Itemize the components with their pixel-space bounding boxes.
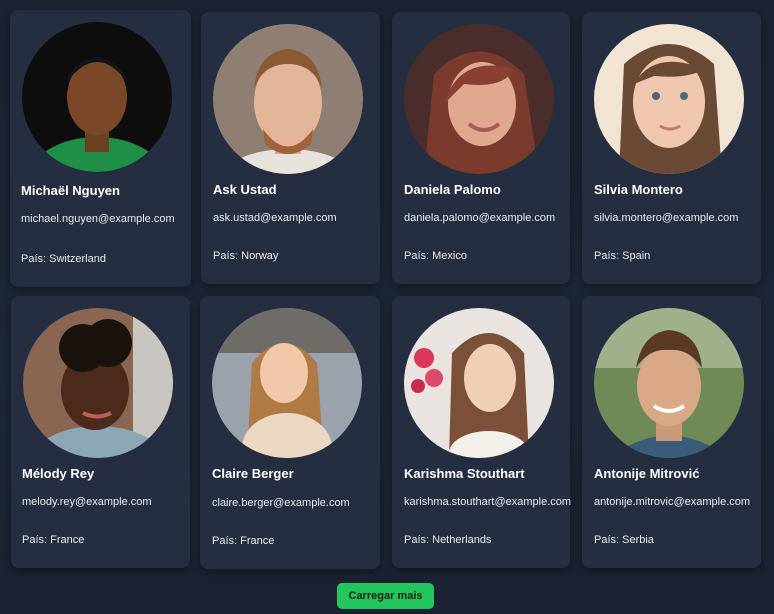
user-email: antonije.mitrovic@example.com	[594, 496, 751, 508]
user-card: Michaël Nguyen michael.nguyen@example.co…	[10, 10, 191, 287]
user-country: País: Norway	[213, 250, 279, 262]
user-country: País: France	[212, 535, 275, 547]
avatar	[23, 308, 173, 458]
user-email: daniela.palomo@example.com	[404, 212, 556, 224]
user-card: Antonije Mitrović antonije.mitrovic@exam…	[582, 296, 761, 568]
user-country: País: France	[22, 534, 85, 546]
user-name: Antonije Mitrović	[594, 466, 700, 481]
user-name: Ask Ustad	[213, 182, 277, 197]
user-name: Silvia Montero	[594, 182, 683, 197]
user-country: País: Switzerland	[21, 253, 106, 265]
user-email: ask.ustad@example.com	[213, 212, 337, 224]
avatar	[213, 24, 363, 174]
user-name: Claire Berger	[212, 466, 294, 481]
user-card: Mélody Rey melody.rey@example.com País: …	[11, 296, 190, 568]
user-name: Michaël Nguyen	[21, 183, 120, 198]
user-name: Karishma Stouthart	[404, 466, 525, 481]
load-more-button[interactable]: Carregar mais	[337, 583, 434, 609]
user-email: michael.nguyen@example.com	[21, 213, 175, 225]
avatar	[594, 308, 744, 458]
user-card: Ask Ustad ask.ustad@example.com País: No…	[201, 12, 380, 284]
user-email: silvia.montero@example.com	[594, 212, 739, 224]
user-country: País: Netherlands	[404, 534, 492, 546]
user-country: País: Mexico	[404, 250, 467, 262]
user-card: Karishma Stouthart karishma.stouthart@ex…	[392, 296, 572, 568]
user-country: País: Serbia	[594, 534, 654, 546]
avatar	[212, 308, 362, 458]
user-country: País: Spain	[594, 250, 651, 262]
user-card: Claire Berger claire.berger@example.com …	[200, 296, 380, 569]
avatar	[404, 24, 554, 174]
avatar	[594, 24, 744, 174]
user-name: Daniela Palomo	[404, 182, 501, 197]
user-card: Daniela Palomo daniela.palomo@example.co…	[392, 12, 570, 284]
user-name: Mélody Rey	[22, 466, 95, 481]
user-email: claire.berger@example.com	[212, 497, 350, 509]
user-email: karishma.stouthart@example.com	[404, 496, 572, 508]
user-email: melody.rey@example.com	[22, 496, 152, 508]
avatar	[404, 308, 554, 458]
avatar	[22, 22, 172, 172]
user-card: Silvia Montero silvia.montero@example.co…	[582, 12, 761, 284]
